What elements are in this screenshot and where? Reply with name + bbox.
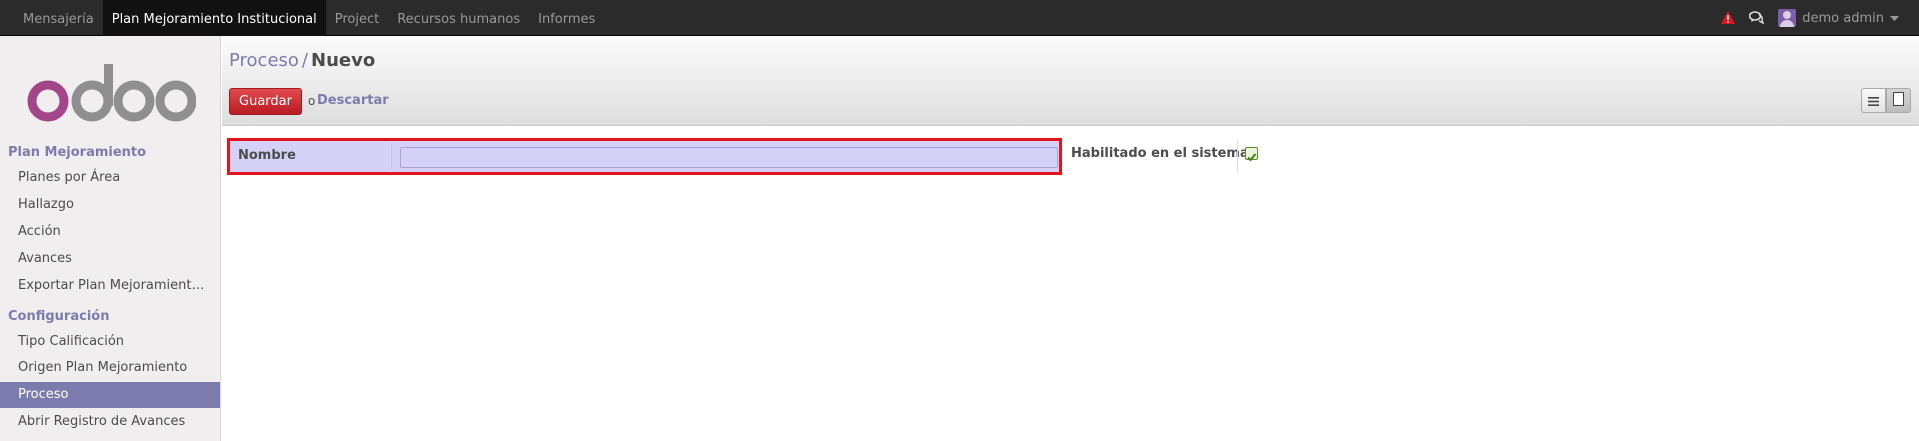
top-menu-informes[interactable]: Informes xyxy=(529,0,604,36)
user-menu[interactable]: demo admin xyxy=(1778,9,1899,27)
control-panel: Proceso / Nuevo Guardar o Descartar xyxy=(222,36,1919,126)
odoo-logo[interactable] xyxy=(26,56,197,126)
sidebar-item-avances[interactable]: Avances xyxy=(0,246,220,272)
name-input[interactable] xyxy=(400,147,1058,168)
or-text: o xyxy=(308,94,316,108)
chevron-down-icon xyxy=(1890,11,1899,26)
field-divider xyxy=(391,143,392,170)
breadcrumb-parent[interactable]: Proceso xyxy=(229,50,299,71)
sidebar-item-exportar-plan[interactable]: Exportar Plan Mejoramient… xyxy=(0,273,220,299)
sidebar-item-origen-plan[interactable]: Origen Plan Mejoramiento xyxy=(0,355,220,381)
breadcrumb: Proceso / Nuevo xyxy=(229,50,375,71)
top-menu: Mensajería Plan Mejoramiento Institucion… xyxy=(14,0,604,36)
sidebar-item-abrir-registro[interactable]: Abrir Registro de Avances xyxy=(0,409,220,435)
chat-icon[interactable] xyxy=(1748,9,1765,28)
warning-icon[interactable] xyxy=(1721,9,1736,28)
top-navbar: Mensajería Plan Mejoramiento Institucion… xyxy=(0,0,1919,36)
sidebar-item-proceso[interactable]: Proceso xyxy=(0,382,220,408)
sidebar: Plan Mejoramiento Planes por Área Hallaz… xyxy=(0,36,221,441)
save-button[interactable]: Guardar xyxy=(229,88,302,115)
sidebar-item-planes-por-area[interactable]: Planes por Área xyxy=(0,165,220,191)
name-field-row: Nombre xyxy=(227,138,1062,175)
breadcrumb-current: Nuevo xyxy=(311,50,376,71)
view-switcher xyxy=(1861,88,1911,113)
top-menu-project[interactable]: Project xyxy=(326,0,388,36)
check-icon xyxy=(1247,153,1257,162)
enabled-checkbox[interactable] xyxy=(1245,147,1258,162)
sidebar-section-configuracion: Configuración xyxy=(8,309,110,324)
top-right-tray: demo admin xyxy=(1721,0,1899,36)
form-view-button[interactable] xyxy=(1886,88,1911,113)
sidebar-item-tipo-calificacion[interactable]: Tipo Calificación xyxy=(0,329,220,355)
breadcrumb-separator: / xyxy=(301,50,308,71)
sidebar-section-plan-mejoramiento: Plan Mejoramiento xyxy=(8,145,147,160)
name-label: Nombre xyxy=(238,148,296,163)
top-menu-plan-mejoramiento[interactable]: Plan Mejoramiento Institucional xyxy=(102,0,326,36)
list-icon xyxy=(1868,91,1879,110)
sidebar-item-accion[interactable]: Acción xyxy=(0,219,220,245)
enabled-label: Habilitado en el sistema? xyxy=(1071,146,1257,161)
form-icon xyxy=(1893,91,1904,110)
discard-button[interactable]: Descartar xyxy=(317,93,389,108)
top-menu-recursos-humanos[interactable]: Recursos humanos xyxy=(388,0,529,36)
top-menu-mensajeria[interactable]: Mensajería xyxy=(14,0,103,36)
avatar xyxy=(1778,9,1797,27)
field-divider xyxy=(1237,140,1238,173)
sidebar-item-hallazgo[interactable]: Hallazgo xyxy=(0,192,220,218)
list-view-button[interactable] xyxy=(1861,88,1886,113)
user-name: demo admin xyxy=(1802,10,1884,26)
